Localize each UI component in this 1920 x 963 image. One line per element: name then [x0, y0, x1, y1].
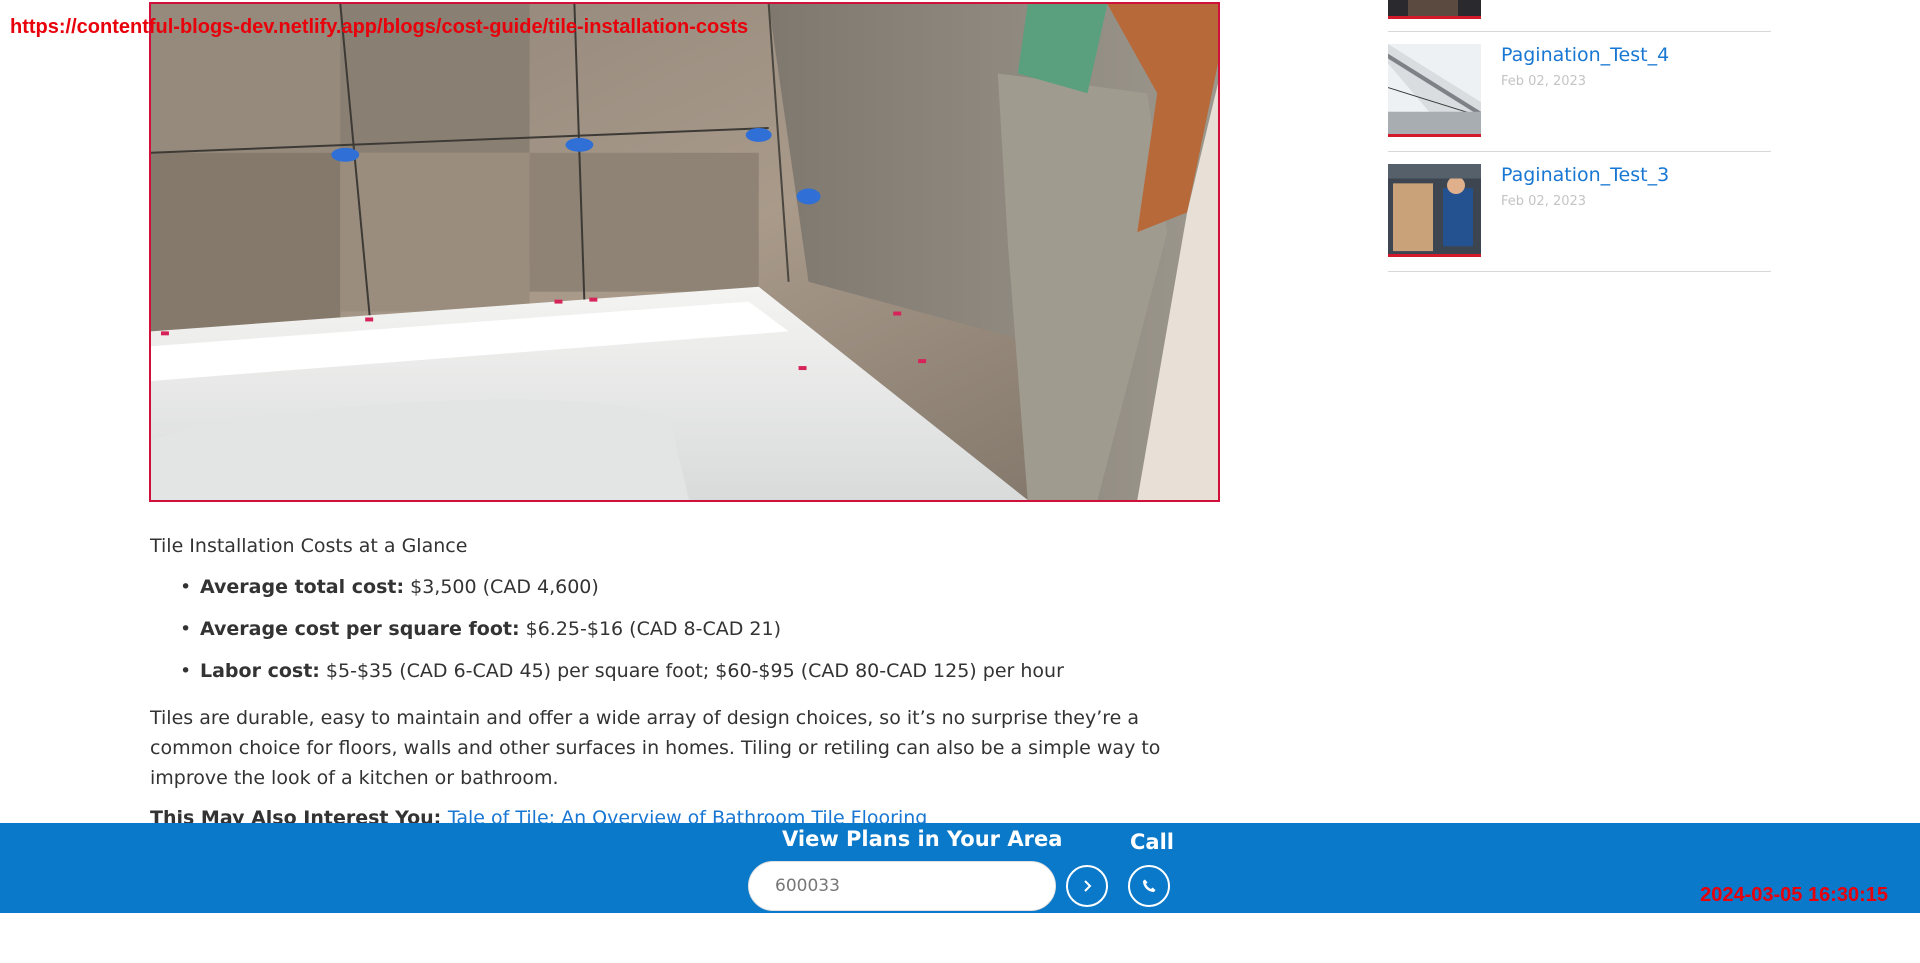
phone-icon	[1143, 879, 1156, 892]
article-paragraph: Tiles are durable, easy to maintain and …	[150, 707, 1161, 789]
house-roof-thumbnail	[1388, 44, 1481, 134]
view-plans-bar: View Plans in Your Area Call	[0, 823, 1920, 913]
post-title[interactable]: Pagination_Test_4	[1501, 44, 1669, 66]
bullet-label: Labor cost:	[200, 660, 320, 682]
timestamp-overlay: 2024-03-05 16:30:15	[1700, 884, 1888, 906]
cost-summary-list: Average total cost: $3,500 (CAD 4,600) A…	[150, 575, 1220, 683]
view-plans-title: View Plans in Your Area	[782, 827, 1063, 851]
hero-image	[149, 2, 1220, 502]
bullet-label: Average total cost:	[200, 576, 405, 598]
list-item: Average cost per square foot: $6.25-$16 …	[180, 617, 1220, 641]
sidebar-item-partial[interactable]	[1388, 0, 1771, 32]
hero-image-graphic	[151, 4, 1218, 500]
list-item: Labor cost: $5-$35 (CAD 6-CAD 45) per sq…	[180, 659, 1220, 683]
chevron-right-icon	[1084, 880, 1092, 892]
post-title[interactable]: Pagination_Test_3	[1501, 164, 1669, 186]
sidebar-item-pagination-test-4[interactable]: Pagination_Test_4 Feb 02, 2023	[1388, 32, 1771, 152]
post-date: Feb 02, 2023	[1501, 74, 1587, 89]
bullet-label: Average cost per square foot:	[200, 618, 520, 640]
page-bottom-area	[0, 913, 1920, 963]
post-thumbnail[interactable]	[1388, 0, 1481, 19]
call-button[interactable]	[1128, 865, 1170, 907]
post-thumbnail[interactable]	[1388, 44, 1481, 137]
article-body: Tile Installation Costs at a Glance Aver…	[150, 535, 1220, 833]
submit-zip-button[interactable]	[1066, 865, 1108, 907]
list-item: Average total cost: $3,500 (CAD 4,600)	[180, 575, 1220, 599]
call-label: Call	[1130, 830, 1174, 854]
technician-thumbnail	[1388, 164, 1481, 254]
zip-code-input[interactable]	[748, 861, 1056, 911]
article-heading: Tile Installation Costs at a Glance	[150, 535, 468, 557]
dark-thumbnail-graphic	[1388, 0, 1481, 16]
bullet-value: $5-$35 (CAD 6-CAD 45) per square foot; $…	[319, 660, 1064, 682]
post-date: Feb 02, 2023	[1501, 194, 1587, 209]
post-thumbnail[interactable]	[1388, 164, 1481, 257]
url-overlay: https://contentful-blogs-dev.netlify.app…	[10, 16, 749, 38]
recent-posts-sidebar: Pagination_Test_4 Feb 02, 2023 Paginatio…	[1388, 0, 1771, 272]
bullet-value: $6.25-$16 (CAD 8-CAD 21)	[519, 618, 781, 640]
sidebar-item-pagination-test-3[interactable]: Pagination_Test_3 Feb 02, 2023	[1388, 152, 1771, 272]
bullet-value: $3,500 (CAD 4,600)	[404, 576, 599, 598]
